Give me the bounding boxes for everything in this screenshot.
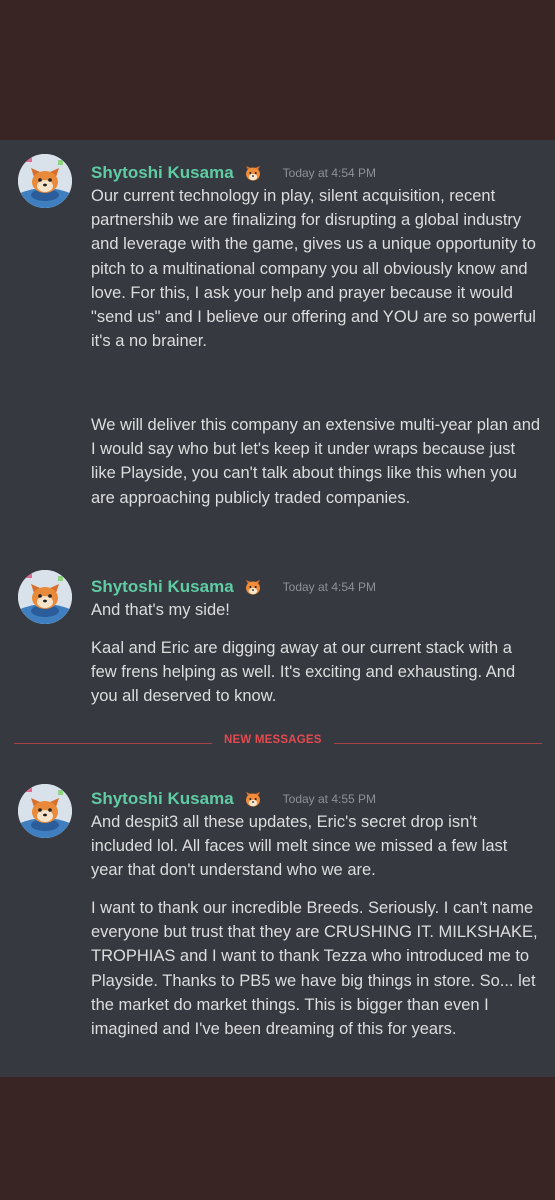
avatar[interactable] [18,570,72,624]
message-paragraph: And despit3 all these updates, Eric's se… [91,813,508,880]
message-paragraph: And that's my side! [91,601,230,619]
author-name[interactable]: Shytoshi Kusama [91,163,234,183]
shiba-emoji-icon [243,163,263,183]
message-paragraph: Our current technology in play, silent a… [91,187,536,351]
top-frame-band [0,0,555,140]
shiba-emoji-icon [243,789,263,809]
message-paragraph: Kaal and Eric are digging away at our cu… [91,639,516,706]
message-paragraph: We will deliver this company an extensiv… [91,416,541,507]
avatar[interactable] [18,154,72,208]
shiba-avatar-icon [18,784,72,838]
author-name[interactable]: Shytoshi Kusama [91,577,234,597]
bottom-frame-band [0,1077,555,1200]
shiba-avatar-icon [18,570,72,624]
avatar[interactable] [18,784,72,838]
chat-message-list[interactable]: Shytoshi Kusama Today at 4:54 PM Our cur… [0,140,555,1077]
shiba-avatar-icon [18,154,72,208]
message-timestamp: Today at 4:54 PM [282,166,377,180]
author-name[interactable]: Shytoshi Kusama [91,789,234,809]
message-timestamp: Today at 4:55 PM [282,792,377,806]
shiba-emoji-icon [243,577,263,597]
message-timestamp: Today at 4:54 PM [282,580,377,594]
new-messages-label: NEW MESSAGES [212,734,334,746]
message-paragraph: I want to thank our incredible Breeds. S… [91,899,538,1039]
